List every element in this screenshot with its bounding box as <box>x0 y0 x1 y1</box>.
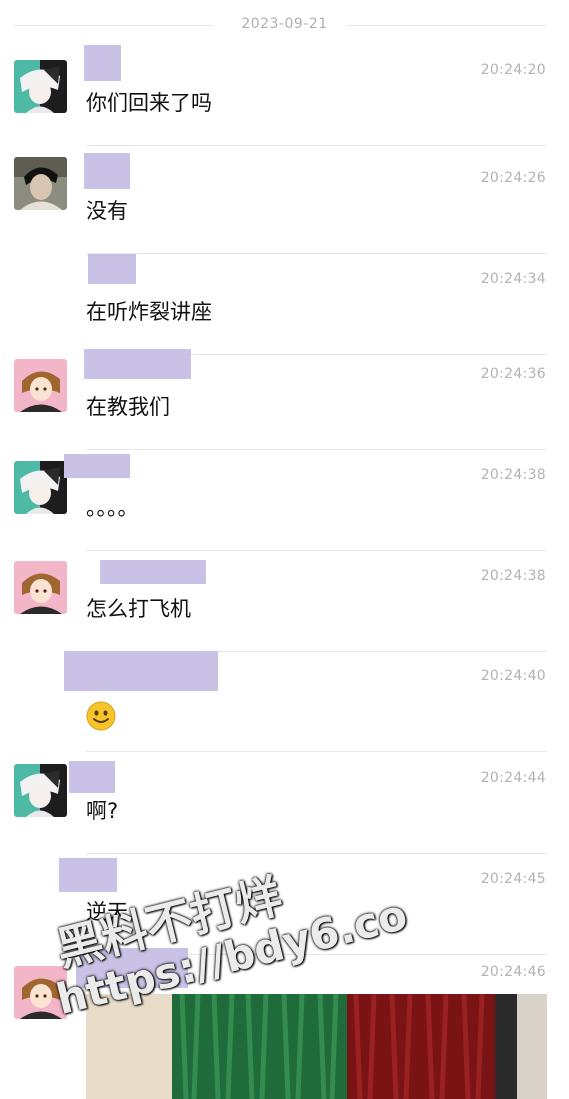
message-divider <box>86 145 547 146</box>
avatar[interactable] <box>14 60 67 113</box>
sender-name-redacted <box>64 651 218 691</box>
sender-name-redacted <box>76 948 188 988</box>
timestamp: 20:24:20 <box>480 62 546 78</box>
message-text: 啊? <box>86 799 119 823</box>
timestamp: 20:24:36 <box>480 366 546 382</box>
message-item[interactable]: 20:24:34 在听炸裂讲座 <box>0 254 569 355</box>
avatar[interactable] <box>14 966 67 1019</box>
image-message-photo[interactable] <box>86 994 547 1099</box>
timestamp: 20:24:40 <box>480 668 546 684</box>
message-item[interactable]: 20:24:40 <box>0 651 569 752</box>
sender-name-redacted <box>84 45 121 81</box>
avatar[interactable] <box>14 461 67 514</box>
sender-name-redacted <box>100 560 206 584</box>
sender-name-redacted <box>84 349 191 379</box>
sender-name-redacted <box>59 858 117 892</box>
message-item[interactable]: 20:24:20 你们回来了吗 <box>0 45 569 146</box>
message-divider <box>86 751 547 752</box>
date-label: 2023-09-21 <box>241 16 328 32</box>
timestamp: 20:24:38 <box>480 568 546 584</box>
message-text: 怎么打飞机 <box>86 597 191 621</box>
sender-name-redacted <box>69 761 115 793</box>
avatar[interactable] <box>14 157 67 210</box>
smile-emoji-icon <box>86 701 116 731</box>
timestamp: 20:24:26 <box>480 170 546 186</box>
timestamp: 20:24:34 <box>480 271 546 287</box>
avatar[interactable] <box>14 561 67 614</box>
message-item[interactable]: 20:24:45 逆天 <box>0 854 569 955</box>
message-item[interactable]: 20:24:26 没有 <box>0 153 569 254</box>
message-text: 在教我们 <box>86 395 170 419</box>
message-text: 没有 <box>86 199 128 223</box>
message-text: 在听炸裂讲座 <box>86 300 212 324</box>
date-divider-right <box>346 25 546 26</box>
message-item[interactable]: 20:24:38 。。。。 <box>0 450 569 551</box>
timestamp: 20:24:45 <box>480 871 546 887</box>
message-item[interactable]: 20:24:44 啊? <box>0 753 569 854</box>
message-text: 你们回来了吗 <box>86 91 212 115</box>
message-text: 逆天 <box>86 900 128 924</box>
message-item[interactable]: 20:24:36 在教我们 <box>0 349 569 450</box>
avatar[interactable] <box>14 764 67 817</box>
avatar[interactable] <box>14 359 67 412</box>
timestamp: 20:24:38 <box>480 467 546 483</box>
timestamp: 20:24:46 <box>480 964 546 980</box>
date-separator: 2023-09-21 <box>0 14 569 36</box>
sender-name-redacted <box>64 454 130 478</box>
message-text: 。。。。 <box>86 496 139 520</box>
sender-name-redacted <box>88 254 136 284</box>
timestamp: 20:24:44 <box>480 770 546 786</box>
message-item[interactable]: 20:24:38 怎么打飞机 <box>0 551 569 652</box>
sender-name-redacted <box>84 153 130 189</box>
